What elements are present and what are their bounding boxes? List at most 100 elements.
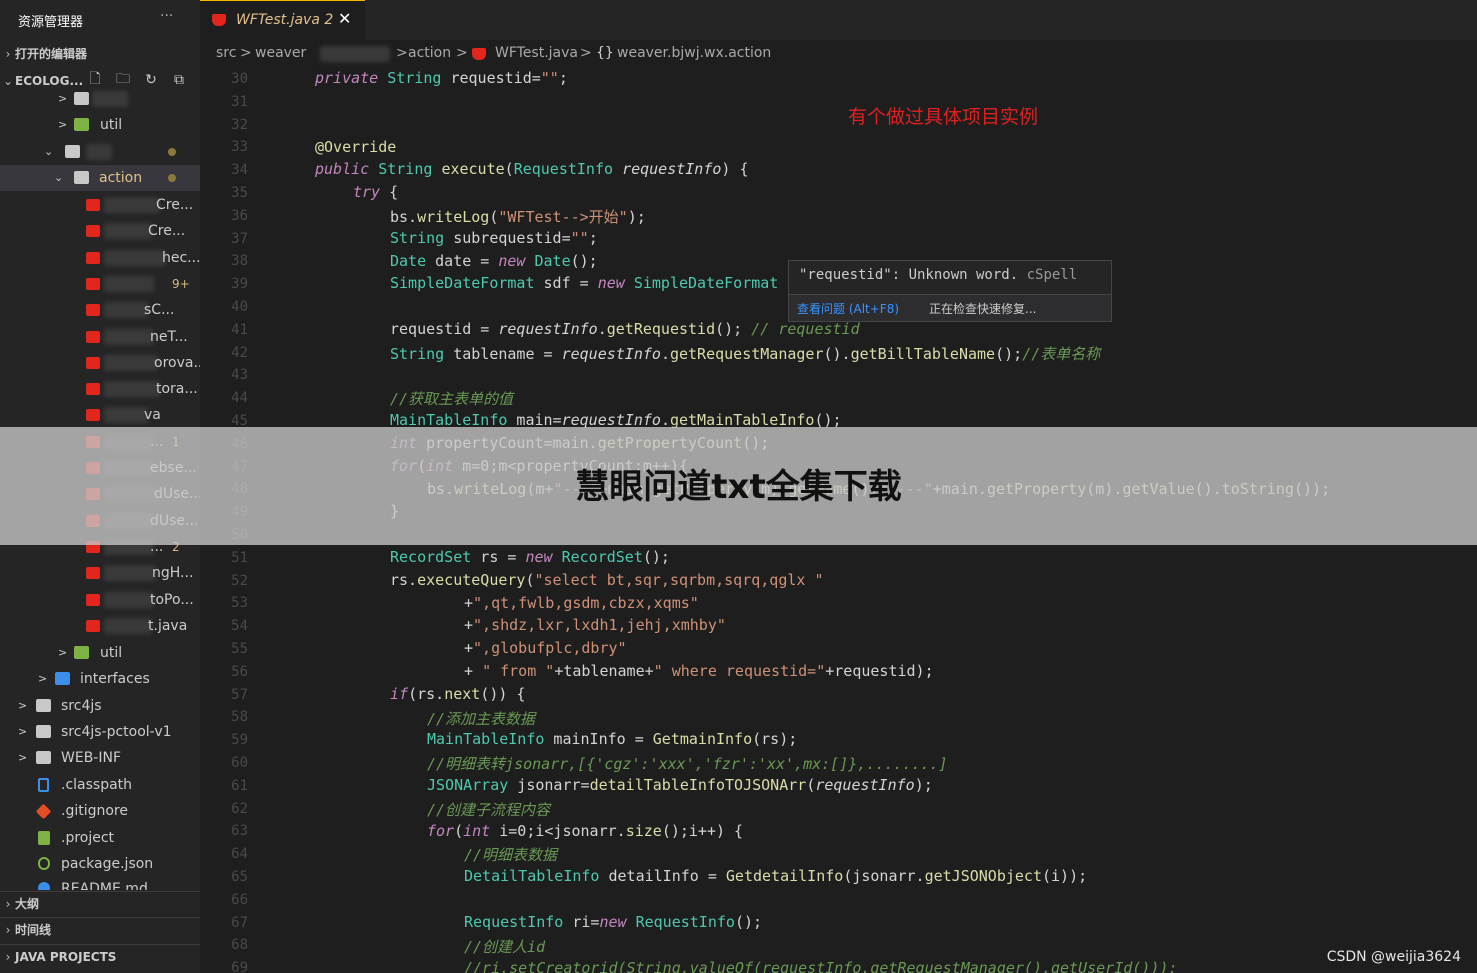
line-number: 54	[231, 618, 248, 635]
tree-folder-open[interactable]: ⌄	[0, 139, 200, 165]
code-line-38: Date date = new Date();	[390, 252, 598, 270]
breadcrumb-action[interactable]: action	[408, 45, 451, 61]
code-line-55: +",globufplc,dbry"	[464, 639, 627, 657]
tree-file-readme[interactable]: README.md	[0, 876, 200, 890]
tab-wftest-java[interactable]: WFTest.java 2 ✕	[200, 0, 365, 41]
tree-folder-src4js[interactable]: > src4js	[0, 693, 200, 719]
tree-file-classpath[interactable]: .classpath	[0, 772, 200, 798]
tree-folder-src4js-pctool[interactable]: > src4js-pctool-v1	[0, 719, 200, 745]
tree-file-java[interactable]: ngH...	[0, 560, 200, 586]
watermark: CSDN @weijia3624	[1326, 949, 1461, 965]
overlay-banner: 慧眼问道txt全集下载	[0, 427, 1477, 545]
java-file-icon	[472, 48, 486, 60]
tree-file-java[interactable]: hec...	[0, 245, 200, 271]
view-problem-link[interactable]: 查看问题 (Alt+F8)	[797, 300, 899, 317]
project-file-icon	[38, 831, 50, 845]
code-line-35: try {	[353, 183, 399, 201]
java-file-icon	[86, 567, 100, 580]
code-line-64: //明细表数据	[464, 846, 558, 864]
chevron-right-icon: >	[58, 646, 68, 659]
java-projects-section[interactable]: › JAVA PROJECTS	[0, 944, 200, 969]
tree-folder-interfaces[interactable]: > interfaces	[0, 666, 200, 692]
tree-file-java[interactable]: orova...	[0, 350, 200, 376]
java-file-icon	[86, 330, 100, 343]
overlay-title: 慧眼问道txt全集下载	[575, 467, 902, 507]
breadcrumb-file[interactable]: WFTest.java	[495, 45, 578, 61]
tree-file-project[interactable]: .project	[0, 825, 200, 851]
java-file-icon	[86, 199, 100, 211]
line-number: 66	[231, 891, 248, 908]
tree-file-java[interactable]: t.java	[0, 613, 200, 639]
tree-file-java[interactable]: toPo...	[0, 587, 200, 613]
line-number: 44	[231, 390, 248, 407]
tree-file-java[interactable]: Cre...	[0, 192, 200, 218]
open-editors-section[interactable]: › 打开的编辑器	[0, 42, 200, 66]
tree-file-java[interactable]: Cre...	[0, 218, 200, 244]
tree-folder-util[interactable]: > util	[0, 112, 200, 138]
code-line-39: SimpleDateFormat sdf = new SimpleDateFor…	[390, 274, 779, 292]
line-number: 40	[231, 299, 248, 315]
close-icon[interactable]: ✕	[338, 9, 351, 28]
outline-section[interactable]: › 大纲	[0, 891, 200, 916]
package-folder-icon	[74, 646, 89, 659]
breadcrumb-separator: >	[396, 45, 408, 61]
more-actions-icon[interactable]: ···	[160, 8, 173, 24]
code-line-30: private String requestid="";	[315, 69, 568, 87]
tree-folder-webinf[interactable]: > WEB-INF	[0, 745, 200, 771]
breadcrumb-symbol[interactable]: weaver.bjwj.wx.action	[617, 45, 771, 61]
tree-file-package-json[interactable]: package.json	[0, 851, 200, 877]
java-file-icon	[86, 593, 100, 606]
java-file-icon	[86, 619, 100, 632]
breadcrumb-src[interactable]: src	[216, 45, 236, 61]
line-number: 39	[231, 276, 248, 293]
folder-icon	[36, 751, 51, 764]
line-number: 36	[231, 207, 248, 224]
git-icon	[35, 803, 52, 820]
line-number: 38	[231, 253, 248, 270]
breadcrumb-separator: >	[240, 45, 252, 61]
tree-file-java[interactable]: tora...	[0, 376, 200, 402]
modified-dot-icon	[168, 174, 176, 182]
java-file-icon	[86, 356, 100, 369]
tree-file-java[interactable]: va	[0, 402, 200, 428]
code-line-36: bs.writeLog("WFTest-->开始");	[390, 208, 646, 226]
line-number: 37	[231, 230, 248, 247]
line-number: 32	[231, 116, 248, 133]
chevron-right-icon: ›	[5, 47, 11, 61]
line-number: 51	[231, 549, 248, 566]
line-number: 65	[231, 869, 248, 885]
folder-icon	[74, 92, 89, 105]
line-number: 41	[231, 321, 248, 338]
line-number: 64	[231, 846, 248, 863]
java-file-icon	[86, 383, 100, 396]
modified-dot-icon	[168, 148, 176, 156]
tree-file-java[interactable]: sC...	[0, 297, 200, 323]
package-folder-icon	[74, 118, 89, 131]
annotation-text: 有个做过具体项目实例	[848, 106, 1039, 128]
chevron-right-icon: >	[18, 725, 28, 738]
file-icon	[38, 778, 49, 792]
tree-folder-util-2[interactable]: > util	[0, 640, 200, 666]
tree-file-java[interactable]: neT...	[0, 324, 200, 350]
tree-folder[interactable]: >	[0, 86, 200, 112]
java-file-icon	[212, 14, 226, 26]
line-number: 59	[231, 732, 248, 749]
tree-file-java[interactable]: 9+	[0, 271, 200, 297]
chevron-right-icon: >	[58, 118, 68, 131]
tree-folder-action[interactable]: ⌄ action	[0, 165, 200, 191]
code-line-56: + " from "+tablename+" where requestid="…	[464, 662, 934, 680]
code-line-69: //ri.setCreatorid(String.valueOf(request…	[464, 959, 1178, 973]
chevron-right-icon: >	[18, 751, 28, 764]
code-line-67: RequestInfo ri=new RequestInfo();	[464, 913, 763, 931]
info-file-icon	[38, 882, 50, 890]
code-line-44: //获取主表单的值	[390, 390, 514, 408]
timeline-section[interactable]: › 时间线	[0, 917, 200, 942]
tree-file-gitignore[interactable]: .gitignore	[0, 798, 200, 824]
line-number: 62	[231, 800, 248, 817]
code-line-51: RecordSet rs = new RecordSet();	[390, 548, 670, 566]
folder-icon	[36, 699, 51, 712]
folder-icon	[36, 725, 51, 738]
breadcrumb-weaver[interactable]: weaver	[255, 45, 306, 61]
line-number: 57	[231, 686, 248, 703]
line-number: 60	[231, 755, 248, 771]
